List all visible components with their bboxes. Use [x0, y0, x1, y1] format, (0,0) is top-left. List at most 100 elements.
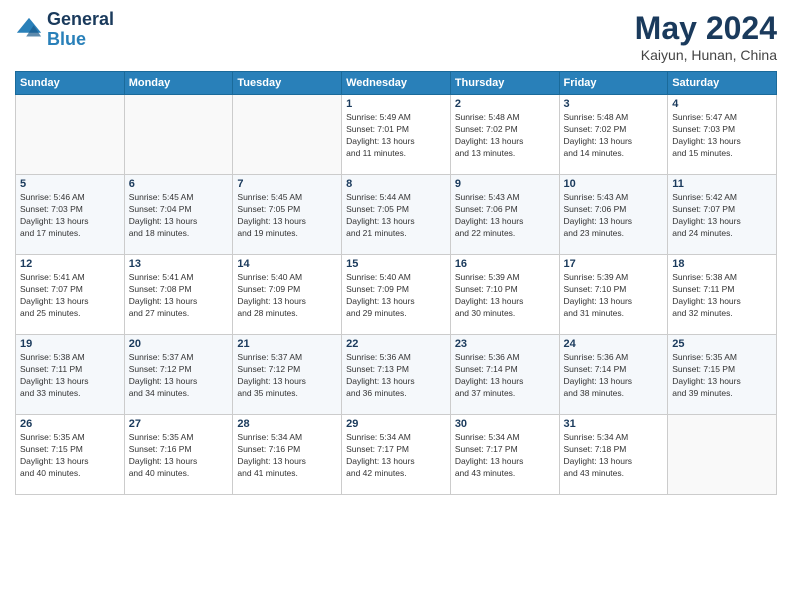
calendar-cell	[124, 95, 233, 175]
weekday-header-saturday: Saturday	[668, 72, 777, 95]
calendar-cell: 18 Sunrise: 5:38 AM Sunset: 7:11 PM Dayli…	[668, 255, 777, 335]
calendar-table: SundayMondayTuesdayWednesdayThursdayFrid…	[15, 71, 777, 495]
calendar-cell: 17Sunrise: 5:39 AM Sunset: 7:10 PM Dayli…	[559, 255, 668, 335]
day-number: 13	[129, 258, 229, 270]
day-number: 5	[20, 178, 120, 190]
day-number: 27	[129, 418, 229, 430]
day-number: 24	[564, 338, 664, 350]
day-number: 3	[564, 98, 664, 110]
calendar-cell: 15 Sunrise: 5:40 AM Sunset: 7:09 PM Dayli…	[342, 255, 451, 335]
calendar-cell: 27 Sunrise: 5:35 AM Sunset: 7:16 PM Dayli…	[124, 415, 233, 495]
logo-text: General Blue	[47, 10, 114, 50]
logo-icon	[15, 16, 43, 44]
calendar-cell	[16, 95, 125, 175]
day-info: Sunrise: 5:40 AM Sunset: 7:09 PM Dayligh…	[237, 272, 337, 320]
calendar-cell: 5 Sunrise: 5:46 AM Sunset: 7:03 PM Daylig…	[16, 175, 125, 255]
day-info: Sunrise: 5:40 AM Sunset: 7:09 PM Dayligh…	[346, 272, 446, 320]
day-info: Sunrise: 5:34 AM Sunset: 7:17 PM Dayligh…	[346, 432, 446, 480]
calendar-cell: 25 Sunrise: 5:35 AM Sunset: 7:15 PM Dayli…	[668, 335, 777, 415]
calendar-cell: 30 Sunrise: 5:34 AM Sunset: 7:17 PM Dayli…	[450, 415, 559, 495]
calendar-cell: 11 Sunrise: 5:42 AM Sunset: 7:07 PM Dayli…	[668, 175, 777, 255]
day-info: Sunrise: 5:48 AM Sunset: 7:02 PM Dayligh…	[564, 112, 664, 160]
weekday-header-row: SundayMondayTuesdayWednesdayThursdayFrid…	[16, 72, 777, 95]
day-number: 25	[672, 338, 772, 350]
day-number: 4	[672, 98, 772, 110]
day-number: 1	[346, 98, 446, 110]
day-info: Sunrise: 5:36 AM Sunset: 7:14 PM Dayligh…	[564, 352, 664, 400]
title-block: May 2024 Kaiyun, Hunan, China	[635, 10, 777, 63]
logo: General Blue	[15, 10, 114, 50]
weekday-header-sunday: Sunday	[16, 72, 125, 95]
day-info: Sunrise: 5:37 AM Sunset: 7:12 PM Dayligh…	[237, 352, 337, 400]
day-info: Sunrise: 5:45 AM Sunset: 7:05 PM Dayligh…	[237, 192, 337, 240]
day-info: Sunrise: 5:34 AM Sunset: 7:17 PM Dayligh…	[455, 432, 555, 480]
day-info: Sunrise: 5:36 AM Sunset: 7:13 PM Dayligh…	[346, 352, 446, 400]
calendar-cell: 22 Sunrise: 5:36 AM Sunset: 7:13 PM Dayli…	[342, 335, 451, 415]
day-number: 23	[455, 338, 555, 350]
day-info: Sunrise: 5:43 AM Sunset: 7:06 PM Dayligh…	[564, 192, 664, 240]
day-info: Sunrise: 5:35 AM Sunset: 7:16 PM Dayligh…	[129, 432, 229, 480]
location-title: Kaiyun, Hunan, China	[635, 47, 777, 63]
day-info: Sunrise: 5:42 AM Sunset: 7:07 PM Dayligh…	[672, 192, 772, 240]
day-info: Sunrise: 5:39 AM Sunset: 7:10 PM Dayligh…	[564, 272, 664, 320]
calendar-cell: 28 Sunrise: 5:34 AM Sunset: 7:16 PM Dayli…	[233, 415, 342, 495]
day-info: Sunrise: 5:44 AM Sunset: 7:05 PM Dayligh…	[346, 192, 446, 240]
calendar-cell: 7 Sunrise: 5:45 AM Sunset: 7:05 PM Daylig…	[233, 175, 342, 255]
calendar-cell: 20 Sunrise: 5:37 AM Sunset: 7:12 PM Dayli…	[124, 335, 233, 415]
calendar-cell: 4Sunrise: 5:47 AM Sunset: 7:03 PM Daylig…	[668, 95, 777, 175]
day-info: Sunrise: 5:43 AM Sunset: 7:06 PM Dayligh…	[455, 192, 555, 240]
day-number: 7	[237, 178, 337, 190]
day-number: 12	[20, 258, 120, 270]
day-info: Sunrise: 5:46 AM Sunset: 7:03 PM Dayligh…	[20, 192, 120, 240]
day-number: 20	[129, 338, 229, 350]
calendar-week-3: 12 Sunrise: 5:41 AM Sunset: 7:07 PM Dayli…	[16, 255, 777, 335]
weekday-header-thursday: Thursday	[450, 72, 559, 95]
day-number: 22	[346, 338, 446, 350]
calendar-cell: 1 Sunrise: 5:49 AM Sunset: 7:01 PM Daylig…	[342, 95, 451, 175]
calendar-week-1: 1 Sunrise: 5:49 AM Sunset: 7:01 PM Daylig…	[16, 95, 777, 175]
day-number: 31	[564, 418, 664, 430]
calendar-cell: 13 Sunrise: 5:41 AM Sunset: 7:08 PM Dayli…	[124, 255, 233, 335]
calendar-cell	[668, 415, 777, 495]
day-info: Sunrise: 5:48 AM Sunset: 7:02 PM Dayligh…	[455, 112, 555, 160]
day-info: Sunrise: 5:49 AM Sunset: 7:01 PM Dayligh…	[346, 112, 446, 160]
day-info: Sunrise: 5:38 AM Sunset: 7:11 PM Dayligh…	[20, 352, 120, 400]
calendar-cell: 6 Sunrise: 5:45 AM Sunset: 7:04 PM Daylig…	[124, 175, 233, 255]
day-number: 9	[455, 178, 555, 190]
calendar-cell: 26 Sunrise: 5:35 AM Sunset: 7:15 PM Dayli…	[16, 415, 125, 495]
calendar-cell: 10Sunrise: 5:43 AM Sunset: 7:06 PM Dayli…	[559, 175, 668, 255]
page-header: General Blue May 2024 Kaiyun, Hunan, Chi…	[15, 10, 777, 63]
day-number: 19	[20, 338, 120, 350]
day-number: 26	[20, 418, 120, 430]
page-container: General Blue May 2024 Kaiyun, Hunan, Chi…	[0, 0, 792, 505]
day-info: Sunrise: 5:41 AM Sunset: 7:07 PM Dayligh…	[20, 272, 120, 320]
day-number: 11	[672, 178, 772, 190]
weekday-header-monday: Monday	[124, 72, 233, 95]
calendar-cell: 24 Sunrise: 5:36 AM Sunset: 7:14 PM Dayli…	[559, 335, 668, 415]
day-number: 28	[237, 418, 337, 430]
calendar-cell: 16Sunrise: 5:39 AM Sunset: 7:10 PM Dayli…	[450, 255, 559, 335]
day-info: Sunrise: 5:35 AM Sunset: 7:15 PM Dayligh…	[20, 432, 120, 480]
calendar-cell: 29Sunrise: 5:34 AM Sunset: 7:17 PM Dayli…	[342, 415, 451, 495]
calendar-cell: 2Sunrise: 5:48 AM Sunset: 7:02 PM Daylig…	[450, 95, 559, 175]
day-number: 30	[455, 418, 555, 430]
calendar-cell: 8Sunrise: 5:44 AM Sunset: 7:05 PM Daylig…	[342, 175, 451, 255]
calendar-cell: 23Sunrise: 5:36 AM Sunset: 7:14 PM Dayli…	[450, 335, 559, 415]
day-info: Sunrise: 5:35 AM Sunset: 7:15 PM Dayligh…	[672, 352, 772, 400]
day-info: Sunrise: 5:41 AM Sunset: 7:08 PM Dayligh…	[129, 272, 229, 320]
month-title: May 2024	[635, 10, 777, 47]
day-info: Sunrise: 5:34 AM Sunset: 7:16 PM Dayligh…	[237, 432, 337, 480]
day-number: 6	[129, 178, 229, 190]
day-number: 18	[672, 258, 772, 270]
day-info: Sunrise: 5:37 AM Sunset: 7:12 PM Dayligh…	[129, 352, 229, 400]
calendar-week-4: 19 Sunrise: 5:38 AM Sunset: 7:11 PM Dayli…	[16, 335, 777, 415]
calendar-cell: 9 Sunrise: 5:43 AM Sunset: 7:06 PM Daylig…	[450, 175, 559, 255]
calendar-cell: 12 Sunrise: 5:41 AM Sunset: 7:07 PM Dayli…	[16, 255, 125, 335]
calendar-cell: 3 Sunrise: 5:48 AM Sunset: 7:02 PM Daylig…	[559, 95, 668, 175]
weekday-header-wednesday: Wednesday	[342, 72, 451, 95]
calendar-cell: 31Sunrise: 5:34 AM Sunset: 7:18 PM Dayli…	[559, 415, 668, 495]
day-number: 15	[346, 258, 446, 270]
day-info: Sunrise: 5:38 AM Sunset: 7:11 PM Dayligh…	[672, 272, 772, 320]
day-info: Sunrise: 5:45 AM Sunset: 7:04 PM Dayligh…	[129, 192, 229, 240]
calendar-cell	[233, 95, 342, 175]
